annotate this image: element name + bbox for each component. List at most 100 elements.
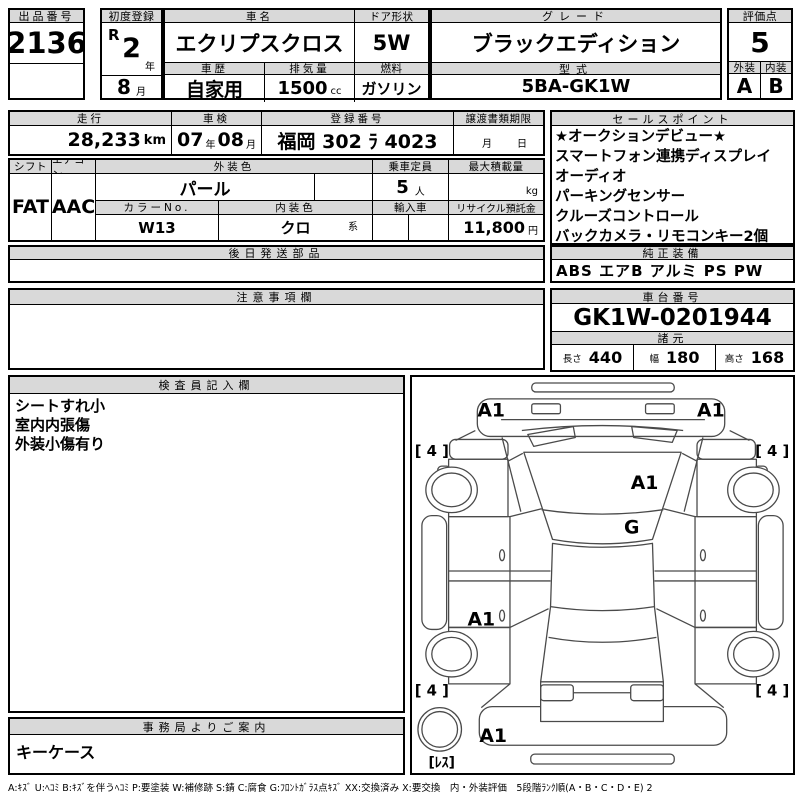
import-empty-cell (409, 215, 448, 240)
plate-number: 福岡 302 ﾗ 4023 (262, 126, 454, 154)
width-label: 幅 (650, 351, 660, 365)
exterior-color-label: 外装色 (96, 160, 372, 174)
sales-point-item: ★オークションデビュー★ (555, 127, 790, 147)
transfer-deadline-label: 譲渡書類期限 (454, 112, 543, 126)
door-shape-value: 5W (355, 23, 428, 62)
car-name-label: 車名 (165, 10, 355, 23)
interior-label: 内装 (761, 62, 791, 74)
roof (551, 543, 655, 610)
genuine-equipment-label: 純正装備 (552, 247, 793, 260)
capacity-label: 乗車定員 (373, 160, 448, 174)
import-label: 輸入車 (373, 201, 448, 215)
recycle-label: リサイクル預託金 (449, 201, 543, 215)
lot-number-label: 出品番号 (10, 10, 83, 23)
tailgate (541, 682, 664, 722)
shift-label: シフト (10, 160, 51, 174)
chassis-block: 車台番号 GK1W-0201944 諸元 長さ 440 幅 180 高さ 168 (550, 288, 795, 372)
exterior-label: 外装 (729, 62, 761, 74)
mark-tire-rear-right: [ 4 ] (755, 683, 789, 700)
inspection-month: 08 (218, 129, 244, 151)
car-top-view-diagram: A1 A1 [ 4 ] [ 4 ] A1 G A1 [ 4 ] [ 4 ] A1… (412, 377, 793, 773)
right-rear-door-handle (700, 610, 705, 621)
caution-label: 注意事項欄 (10, 290, 543, 305)
mark-front-right: A1 (697, 401, 725, 422)
inspector-note-line: 室内内張傷 (15, 416, 398, 435)
auction-sheet: 出品番号 2136 初度登録 R 2 年 8 月 車名 ドア形状 エクリプスクロ… (0, 0, 800, 800)
lot-number-box: 出品番号 2136 (8, 8, 85, 100)
lot-number-value: 2136 (10, 23, 83, 63)
mark-hood: A1 (631, 473, 659, 494)
model-code-value: 5BA-GK1W (432, 75, 720, 98)
damage-code-legend: A:ｷｽﾞ U:ﾍｺﾐ B:ｷｽﾞを伴うﾍｺﾐ P:要塗装 W:補修跡 S:錆 … (8, 780, 795, 794)
left-rocker (422, 516, 447, 630)
sales-point-item: バックカメラ・リモコンキー2個 (555, 227, 790, 247)
mark-rear: A1 (479, 726, 507, 747)
capacity-unit: 人 (415, 183, 425, 198)
recycle-fee-unit: 円 (528, 222, 538, 237)
interior-grade: B (761, 74, 791, 98)
grade-label: グレード (432, 10, 720, 23)
caution-content (10, 305, 543, 368)
color-no-label: カラーNo. (96, 201, 219, 214)
car-outline (418, 383, 783, 764)
recycle-fee-value: 11,800 (463, 218, 525, 237)
mileage-label: 走行 (10, 112, 172, 126)
history-value: 自家用 (165, 75, 265, 102)
front-left-wheel (426, 467, 477, 513)
ac-value: AAC (52, 174, 95, 240)
car-name-value: エクリプスクロス (165, 23, 355, 62)
fuel-label: 燃料 (355, 63, 428, 75)
inspector-notes-content: シートすれ小 室内内張傷 外装小傷有り (10, 394, 403, 711)
front-bumper (477, 399, 724, 437)
height-value: 168 (751, 348, 784, 367)
score-label: 評価点 (729, 10, 791, 23)
mark-spare-none: [ﾚｽ] (428, 755, 455, 771)
right-rocker (758, 516, 783, 630)
mileage-value: 28,233 (67, 129, 140, 151)
mark-tire-rear-left: [ 4 ] (415, 683, 449, 700)
inspection-year-unit: 年 (206, 136, 216, 151)
interior-color-value: クロ (280, 217, 310, 238)
inspection-label: 車検 (172, 112, 262, 126)
payload-unit: kg (526, 186, 538, 197)
history-label: 車歴 (165, 63, 265, 75)
inspector-note-line: シートすれ小 (15, 397, 398, 416)
mileage-unit: km (144, 133, 166, 148)
import-empty-cell (373, 215, 409, 240)
displacement-unit: cc (331, 86, 342, 97)
length-label: 長さ (563, 351, 582, 365)
score-block: 評価点 5 外装 内装 A B (727, 8, 793, 100)
sales-points-label: セールスポイント (552, 112, 793, 126)
first-registration-box: 初度登録 R 2 年 8 月 (100, 8, 163, 100)
mark-windshield: G (624, 517, 639, 538)
car-name-block: 車名 ドア形状 エクリプスクロス 5W 車歴 排気量 燃料 自家用 1500 c… (163, 8, 430, 100)
left-front-door-handle (500, 550, 505, 561)
mark-front-left: A1 (477, 401, 505, 422)
sales-point-item: パーキングセンサー (555, 187, 790, 207)
door-shape-label: ドア形状 (355, 10, 428, 23)
inspector-notes-box: 検査員記入欄 シートすれ小 室内内張傷 外装小傷有り (8, 375, 405, 713)
model-code-label: 型式 (432, 62, 720, 75)
month-unit: 月 (136, 83, 146, 98)
ac-label: エアコン (52, 160, 95, 174)
later-shipping-label: 後日発送部品 (10, 247, 543, 260)
interior-color-label: 内装色 (219, 201, 372, 214)
windshield (524, 452, 681, 544)
first-registration-year-cell: R 2 年 (102, 23, 161, 75)
dimensions-label: 諸元 (552, 332, 793, 345)
spare-tire (418, 708, 462, 752)
displacement-value: 1500 (277, 78, 327, 99)
left-fender-top (450, 439, 508, 459)
exterior-color-value: パール (96, 174, 315, 200)
height-label: 高さ (725, 351, 744, 365)
inspection-month-unit: 月 (246, 136, 256, 151)
chassis-number: GK1W-0201944 (552, 304, 793, 332)
lot-number-empty-cell (10, 63, 83, 98)
rear-right-wheel (728, 631, 779, 677)
exterior-grade: A (729, 74, 761, 98)
sales-point-item: オーディオ (555, 167, 790, 187)
shift-value: FAT (10, 174, 51, 240)
fuel-value: ガソリン (355, 75, 428, 102)
inspector-notes-label: 検査員記入欄 (10, 377, 403, 394)
length-value: 440 (589, 348, 622, 367)
